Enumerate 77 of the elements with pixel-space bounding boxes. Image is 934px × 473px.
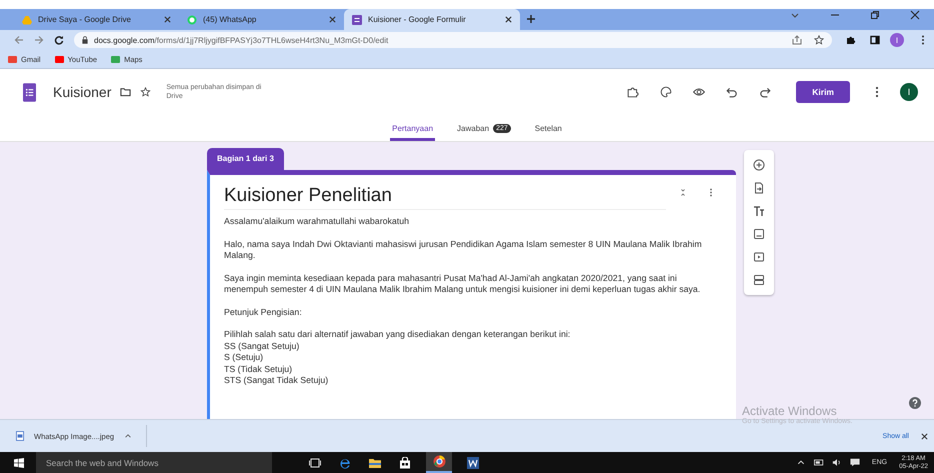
help-icon[interactable] xyxy=(909,397,921,409)
more-options-icon[interactable] xyxy=(708,188,714,197)
section-label: Bagian 1 dari 3 xyxy=(207,148,284,170)
form-icon[interactable] xyxy=(23,82,36,102)
chat-bubble-icon xyxy=(187,14,197,24)
star-icon[interactable] xyxy=(140,87,152,97)
section-icon[interactable] xyxy=(753,274,765,286)
document-w-icon[interactable] xyxy=(467,456,479,468)
close-icon[interactable] xyxy=(910,10,920,20)
form-tab[interactable]: Setelan xyxy=(532,115,564,141)
description-text: Halo, nama saya Indah Dwi Oktavianti mahasiswi jurusan Pendidikan Agama Islam semester 8 UIN Maulana Malik Ibrahim Malang. xyxy=(224,238,703,262)
description-text: TS (Tidak Setuju) xyxy=(224,364,294,375)
description-text: Saya ingin meminta kesediaan kepada para mahasantri Pusat Ma'had Al-Jami'ah angkatan 2020/2021, yang saat ini menempuh semester 4 di UIN Maulana Malik Ibrahim Malang untuk mengisi kuisioner ini demi keperluan tugas akhir saya. xyxy=(224,272,702,296)
url-text: docs.google.com/forms/d/1jj7RljygifBFPASYj3o7THL6wseH4rt3Nu_M3mGt-D0/edit xyxy=(94,36,388,44)
windows-logo-icon[interactable] xyxy=(14,458,24,468)
task-view-icon[interactable] xyxy=(309,456,321,468)
taskbar-search-field[interactable]: Search the web and Windows xyxy=(36,452,272,473)
profile-avatar[interactable]: I xyxy=(890,33,904,47)
section-title[interactable]: Kuisioner Penelitian xyxy=(224,185,658,207)
activation-title: Activate Windows xyxy=(742,404,837,418)
undo-icon[interactable] xyxy=(726,86,738,98)
sidebar-icon[interactable] xyxy=(870,35,880,45)
restore-icon[interactable] xyxy=(870,10,880,20)
browser-e-icon[interactable] xyxy=(339,456,351,468)
reload-icon[interactable] xyxy=(54,35,64,45)
add-circle-icon[interactable] xyxy=(753,159,765,172)
browser-tab[interactable]: Drive Saya - Google Drive xyxy=(14,9,179,30)
close-icon[interactable] xyxy=(164,16,171,23)
form-icon xyxy=(352,14,362,24)
folder-icon[interactable] xyxy=(120,87,132,97)
send-button[interactable]: Kirim xyxy=(796,81,850,103)
description-text: STS (Sangat Tidak Setuju) xyxy=(224,375,330,386)
form-title[interactable]: Kuisioner xyxy=(53,84,112,100)
forward-arrow-icon[interactable] xyxy=(34,35,44,45)
close-icon[interactable] xyxy=(329,16,336,23)
taskbar-app[interactable] xyxy=(426,452,452,473)
puzzle-icon[interactable] xyxy=(846,35,856,45)
chevron-up-icon[interactable] xyxy=(796,458,806,467)
puzzle-icon[interactable] xyxy=(627,86,640,98)
user-avatar[interactable]: I xyxy=(900,83,918,101)
import-document-icon[interactable] xyxy=(753,182,765,194)
browser-tab[interactable]: (45) WhatsApp xyxy=(179,9,344,30)
back-arrow-icon[interactable] xyxy=(14,35,24,45)
message-icon[interactable] xyxy=(850,458,860,467)
description-text: Assalamu'alaikum warahmatullahi wabarokatuh xyxy=(224,216,410,228)
tab-title: Drive Saya - Google Drive xyxy=(38,15,132,24)
shopping-bag-icon[interactable] xyxy=(399,456,411,468)
collapse-icon[interactable] xyxy=(680,188,686,197)
description-text: Pilihlah salah satu dari alternatif jawaban yang disediakan dengan keterangan berikut ini: xyxy=(224,329,572,340)
lock-icon xyxy=(82,36,88,44)
browser-tab[interactable]: Kuisioner - Google Formulir xyxy=(344,9,520,30)
palette-icon[interactable] xyxy=(660,86,672,98)
image-file-icon xyxy=(16,431,24,441)
share-icon[interactable] xyxy=(792,35,802,45)
redo-icon[interactable] xyxy=(759,86,772,98)
description-text: SS (Sangat Setuju) xyxy=(224,340,300,352)
tab-title: (45) WhatsApp xyxy=(203,15,258,24)
folder-icon[interactable] xyxy=(369,456,381,468)
star-icon[interactable] xyxy=(814,35,824,45)
description-text: Petunjuk Pengisian: xyxy=(224,306,303,318)
eye-icon[interactable] xyxy=(693,86,706,98)
tab-label: Jawaban xyxy=(457,124,490,132)
video-icon[interactable] xyxy=(753,250,765,263)
circle-logo-icon xyxy=(432,455,446,468)
new-tab-icon[interactable] xyxy=(526,14,536,24)
address-bar[interactable]: docs.google.com/forms/d/1jj7RljygifBFPASYj3o7THL6wseH4rt3Nu_M3mGt-D0/edit xyxy=(74,32,832,48)
image-icon[interactable] xyxy=(753,228,765,240)
tab-label: Pertanyaan xyxy=(392,124,434,132)
tab-title: Kuisioner - Google Formulir xyxy=(368,15,467,24)
description-text: S (Setuju) xyxy=(224,352,264,364)
speaker-icon[interactable] xyxy=(832,458,842,467)
text-format-icon[interactable] xyxy=(753,205,765,218)
tab-label: Setelan xyxy=(534,124,562,132)
close-icon[interactable] xyxy=(505,16,512,23)
battery-icon[interactable] xyxy=(814,458,824,467)
more-options-icon[interactable] xyxy=(875,86,879,98)
close-icon[interactable] xyxy=(921,432,928,440)
